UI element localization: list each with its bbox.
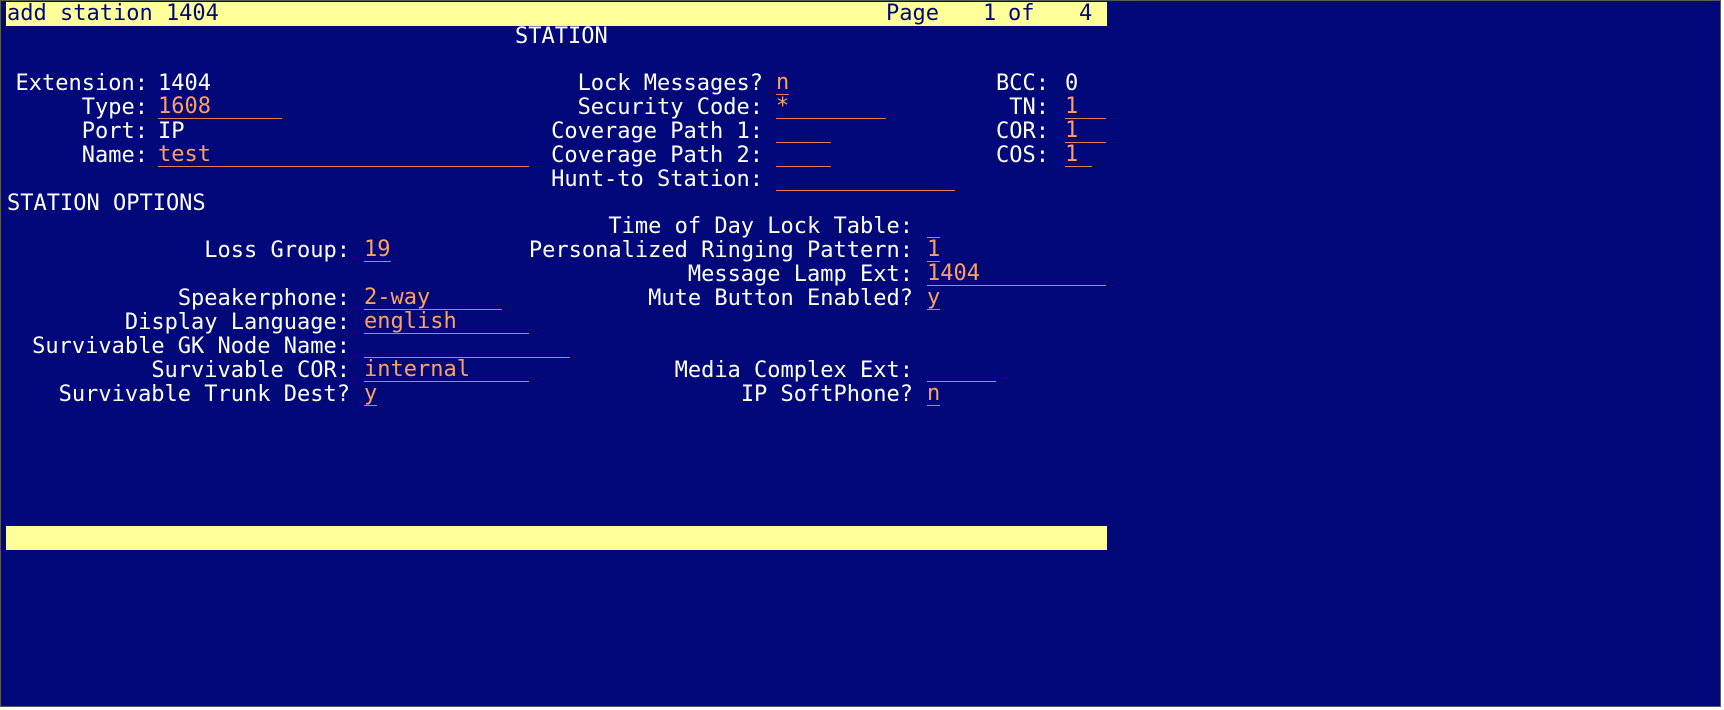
speakerphone-field[interactable]: 2-way: [364, 287, 502, 310]
mute-button-enabled-label: Mute Button Enabled?: [648, 286, 913, 311]
time-of-day-lock-table-label: Time of Day Lock Table:: [608, 214, 913, 239]
station-options-heading: STATION OPTIONS: [7, 191, 206, 216]
message-lamp-ext-field[interactable]: 1404: [927, 263, 1106, 286]
cos-label: COS:: [996, 143, 1049, 168]
coverage-path-1-label: Coverage Path 1:: [551, 119, 763, 144]
cor-field[interactable]: 1: [1065, 120, 1106, 143]
survivable-trunk-dest-field[interactable]: y: [364, 383, 377, 406]
security-code-label: Security Code:: [577, 95, 763, 120]
cor-label: COR:: [996, 119, 1049, 144]
tn-label: TN:: [1009, 95, 1049, 120]
type-field[interactable]: 1608: [158, 96, 282, 119]
media-complex-ext-label: Media Complex Ext:: [674, 358, 913, 383]
display-language-field[interactable]: english: [364, 311, 529, 334]
coverage-path-2-field[interactable]: [776, 144, 831, 167]
page-total: 4: [1079, 1, 1093, 26]
extension-value: 1404: [158, 71, 211, 96]
name-field[interactable]: test: [158, 144, 529, 167]
survivable-cor-field[interactable]: internal: [364, 359, 529, 382]
name-label: Name:: [81, 143, 148, 168]
time-of-day-lock-table-field[interactable]: [927, 215, 940, 238]
terminal-screen: add station 1404 Page 1 of 4 STATION Ext…: [0, 0, 1721, 707]
survivable-gk-node-name-field[interactable]: [364, 335, 570, 358]
personalized-ringing-pattern-label: Personalized Ringing Pattern:: [528, 238, 913, 263]
command-line: add station 1404: [7, 1, 219, 26]
coverage-path-1-field[interactable]: [776, 120, 831, 143]
page-current: 1: [983, 1, 997, 26]
port-label: Port:: [81, 119, 148, 144]
form-title: STATION: [515, 24, 608, 49]
lock-messages-label: Lock Messages?: [577, 71, 763, 96]
page-label: Page: [886, 1, 939, 26]
ip-softphone-label: IP SoftPhone?: [740, 382, 913, 407]
survivable-cor-label: Survivable COR:: [151, 358, 350, 383]
security-code-field[interactable]: *: [776, 96, 886, 119]
hunt-to-station-field[interactable]: [776, 168, 955, 191]
survivable-gk-node-name-label: Survivable GK Node Name:: [32, 334, 350, 359]
personalized-ringing-pattern-field[interactable]: 1: [927, 239, 940, 262]
lock-messages-field[interactable]: n: [776, 72, 789, 95]
bcc-label: BCC:: [996, 71, 1049, 96]
port-value: IP: [158, 119, 185, 144]
ip-softphone-field[interactable]: n: [927, 383, 940, 406]
bcc-value: 0: [1065, 71, 1079, 96]
page-of-label: of: [1008, 1, 1035, 26]
loss-group-label: Loss Group:: [204, 238, 350, 263]
cos-field[interactable]: 1: [1065, 144, 1092, 167]
extension-label: Extension:: [15, 71, 148, 96]
message-bar: [6, 526, 1107, 550]
tn-field[interactable]: 1: [1065, 96, 1106, 119]
media-complex-ext-field[interactable]: [927, 359, 996, 382]
coverage-path-2-label: Coverage Path 2:: [551, 143, 763, 168]
mute-button-enabled-field[interactable]: y: [927, 287, 940, 310]
loss-group-field[interactable]: 19: [364, 239, 391, 262]
display-language-label: Display Language:: [124, 310, 350, 335]
message-lamp-ext-label: Message Lamp Ext:: [687, 262, 913, 287]
hunt-to-station-label: Hunt-to Station:: [551, 167, 763, 192]
type-label: Type:: [81, 95, 148, 120]
speakerphone-label: Speakerphone:: [177, 286, 350, 311]
survivable-trunk-dest-label: Survivable Trunk Dest?: [58, 382, 350, 407]
